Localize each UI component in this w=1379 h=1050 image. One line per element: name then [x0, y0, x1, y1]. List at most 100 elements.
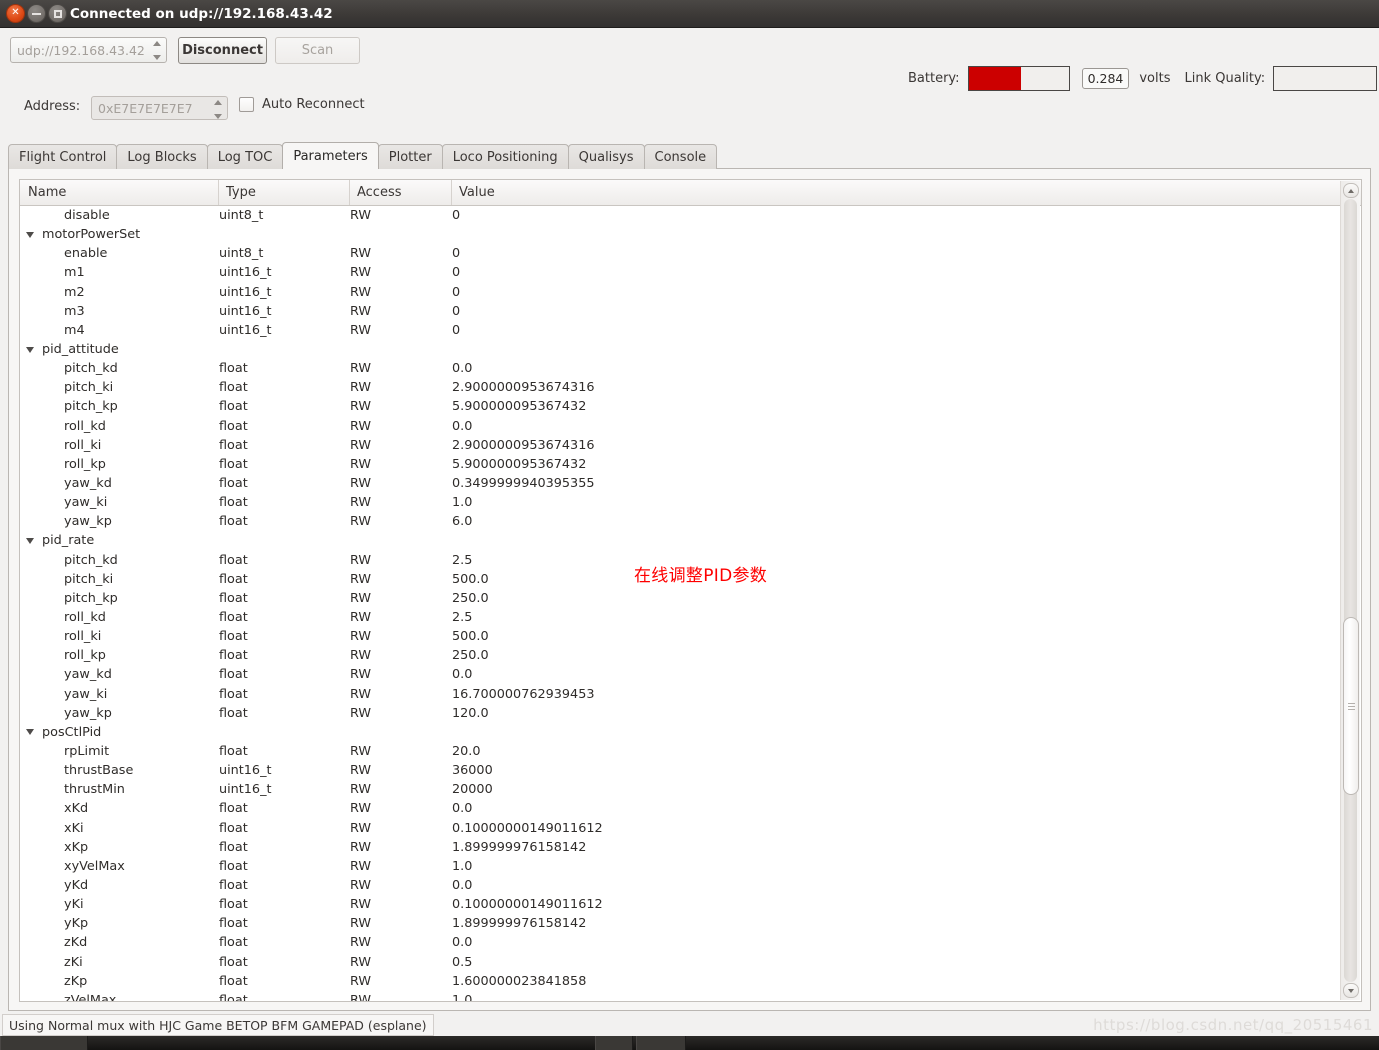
table-row[interactable]: yaw_kd float RW 0.3499999940395355 [20, 474, 1361, 493]
cell-value: 0.0 [452, 877, 473, 893]
table-row[interactable]: zKd float RW 0.0 [20, 933, 1361, 952]
cell-type: uint16_t [219, 782, 272, 798]
cell-name: m3 [64, 303, 85, 319]
taskbar-item[interactable] [595, 1036, 633, 1050]
table-row[interactable]: roll_ki float RW 2.9000000953674316 [20, 436, 1361, 455]
table-row[interactable]: pitch_ki float RW 2.9000000953674316 [20, 378, 1361, 397]
table-row[interactable]: xyVelMax float RW 1.0 [20, 857, 1361, 876]
table-row[interactable]: yaw_kd float RW 0.0 [20, 665, 1361, 684]
tab-log-toc[interactable]: Log TOC [206, 144, 284, 169]
cell-type: float [219, 705, 248, 721]
taskbar-item[interactable] [0, 1036, 88, 1050]
column-header-name[interactable]: Name [20, 180, 219, 205]
table-row[interactable]: m3 uint16_t RW 0 [20, 302, 1361, 321]
table-row[interactable]: zKi float RW 0.5 [20, 952, 1361, 971]
table-group-row[interactable]: pid_rate [20, 531, 1361, 550]
watermark-text: https://blog.csdn.net/qq_20515461 [1093, 1016, 1373, 1034]
maximize-icon[interactable] [48, 4, 67, 23]
auto-reconnect-checkbox[interactable] [239, 97, 254, 112]
column-header-type[interactable]: Type [219, 180, 350, 205]
cell-access: RW [350, 208, 372, 224]
chevron-down-icon[interactable] [26, 346, 34, 353]
table-row[interactable]: roll_kd float RW 0.0 [20, 417, 1361, 436]
cell-name: posCtlPid [20, 725, 219, 740]
vertical-scrollbar[interactable] [1340, 181, 1360, 1000]
scan-button[interactable]: Scan [275, 37, 360, 64]
table-row[interactable]: pitch_kd float RW 0.0 [20, 359, 1361, 378]
chevron-down-icon[interactable] [26, 729, 34, 736]
table-row[interactable]: xKd float RW 0.0 [20, 799, 1361, 818]
taskbar-background [0, 1036, 1379, 1050]
chevron-updown-icon[interactable] [213, 100, 222, 119]
table-group-row[interactable]: motorPowerSet [20, 225, 1361, 244]
link-quality-label: Link Quality: [1184, 71, 1266, 86]
table-row[interactable]: pitch_kp float RW 250.0 [20, 589, 1361, 608]
chevron-down-icon[interactable] [26, 231, 34, 238]
chevron-updown-icon[interactable] [152, 41, 161, 60]
table-group-row[interactable]: pid_attitude [20, 340, 1361, 359]
table-row[interactable]: m2 uint16_t RW 0 [20, 283, 1361, 302]
cell-access: RW [350, 973, 372, 989]
scroll-down-icon[interactable] [1343, 983, 1359, 998]
table-row[interactable]: roll_kp float RW 5.900000095367432 [20, 455, 1361, 474]
table-group-row[interactable]: posCtlPid [20, 723, 1361, 742]
cell-name: zKp [64, 973, 88, 989]
table-row[interactable]: roll_kp float RW 250.0 [20, 646, 1361, 665]
tab-loco-positioning[interactable]: Loco Positioning [441, 144, 569, 169]
scroll-up-icon[interactable] [1343, 183, 1359, 198]
table-row[interactable]: zKp float RW 1.600000023841858 [20, 972, 1361, 991]
annotation-text: 在线调整PID参数 [634, 566, 768, 586]
table-row[interactable]: yaw_ki float RW 1.0 [20, 493, 1361, 512]
cell-value: 1.0 [452, 992, 473, 1002]
scrollbar-trough[interactable] [1344, 199, 1357, 982]
column-header-access[interactable]: Access [350, 180, 452, 205]
table-row[interactable]: yKi float RW 0.10000000149011612 [20, 895, 1361, 914]
tab-console[interactable]: Console [643, 144, 718, 169]
table-row[interactable]: pitch_kp float RW 5.900000095367432 [20, 397, 1361, 416]
table-row[interactable]: xKp float RW 1.899999976158142 [20, 838, 1361, 857]
scrollbar-thumb[interactable] [1343, 617, 1359, 795]
table-row[interactable]: disable uint8_t RW 0 [20, 206, 1361, 225]
cell-type: float [219, 992, 248, 1002]
table-row[interactable]: zVelMax float RW 1.0 [20, 991, 1361, 1002]
connection-uri-combobox[interactable]: udp://192.168.43.42 [10, 37, 167, 63]
table-row[interactable]: yaw_ki float RW 16.700000762939453 [20, 685, 1361, 704]
table-row[interactable]: xKi float RW 0.10000000149011612 [20, 819, 1361, 838]
cell-name: pitch_kd [64, 361, 118, 377]
table-row[interactable]: yaw_kp float RW 120.0 [20, 704, 1361, 723]
tab-qualisys[interactable]: Qualisys [567, 144, 645, 169]
address-value: 0xE7E7E7E7E7 [98, 100, 193, 116]
column-header-value[interactable]: Value [452, 180, 1332, 205]
cell-access: RW [350, 992, 372, 1002]
battery-progress-fill [968, 67, 1021, 90]
tab-parameters[interactable]: Parameters [282, 142, 379, 169]
address-input[interactable]: 0xE7E7E7E7E7 [91, 96, 228, 120]
cell-value: 0.0 [452, 935, 473, 951]
chevron-down-icon[interactable] [26, 537, 34, 544]
table-row[interactable]: thrustBase uint16_t RW 36000 [20, 761, 1361, 780]
table-row[interactable]: yaw_kp float RW 6.0 [20, 512, 1361, 531]
cell-name: thrustBase [64, 763, 134, 779]
table-row[interactable]: rpLimit float RW 20.0 [20, 742, 1361, 761]
table-row[interactable]: m1 uint16_t RW 0 [20, 263, 1361, 282]
cell-value: 2.9000000953674316 [452, 437, 595, 453]
table-row[interactable]: m4 uint16_t RW 0 [20, 321, 1361, 340]
battery-progress-bar [967, 66, 1070, 91]
tab-log-blocks[interactable]: Log Blocks [116, 144, 208, 169]
table-row[interactable]: enable uint8_t RW 0 [20, 244, 1361, 263]
table-row[interactable]: yKd float RW 0.0 [20, 876, 1361, 895]
cell-access: RW [350, 361, 372, 377]
volts-unit-label: volts [1139, 71, 1171, 86]
auto-reconnect-group[interactable]: Auto Reconnect [239, 97, 365, 112]
desktop-taskbar [0, 1036, 1379, 1050]
taskbar-item[interactable] [636, 1036, 686, 1050]
table-row[interactable]: roll_kd float RW 2.5 [20, 608, 1361, 627]
close-icon[interactable]: ✕ [6, 4, 25, 23]
tab-plotter[interactable]: Plotter [377, 144, 443, 169]
table-row[interactable]: thrustMin uint16_t RW 20000 [20, 780, 1361, 799]
table-row[interactable]: roll_ki float RW 500.0 [20, 627, 1361, 646]
minimize-icon[interactable] [27, 4, 46, 23]
tab-flight-control[interactable]: Flight Control [8, 144, 118, 169]
disconnect-button[interactable]: Disconnect [178, 37, 267, 64]
table-row[interactable]: yKp float RW 1.899999976158142 [20, 914, 1361, 933]
